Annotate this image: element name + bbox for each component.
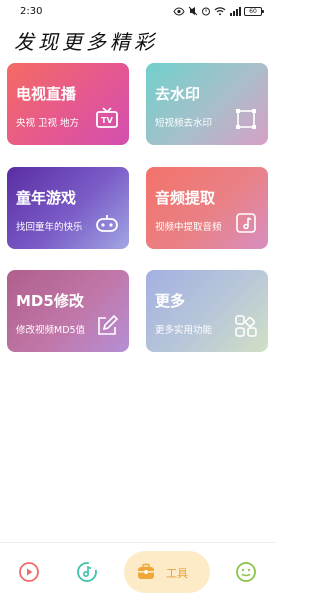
card-title: MD5修改: [16, 292, 84, 310]
card-title: 去水印: [155, 85, 201, 103]
crop-frame-icon: [234, 107, 258, 131]
card-subtitle: 修改视频MD5值: [16, 325, 86, 336]
tv-icon: TV: [95, 107, 119, 131]
toolbox-icon: [136, 562, 156, 582]
card-remove-watermark[interactable]: 去水印 短视频去水印: [146, 63, 268, 145]
page-title: 发现更多精彩: [14, 30, 158, 54]
nav-profile-smile-icon[interactable]: [235, 561, 257, 583]
music-note-icon: [234, 211, 258, 235]
nav-tools-label: 工具: [166, 567, 188, 580]
eye-icon: [173, 6, 185, 16]
battery-indicator: 60: [244, 6, 264, 16]
card-title: 电视直播: [16, 85, 77, 103]
wifi-icon: [214, 7, 226, 16]
card-title: 音频提取: [155, 189, 216, 207]
nav-video-icon[interactable]: [18, 561, 40, 583]
grid-icon: [234, 314, 258, 338]
mute-icon: [188, 6, 198, 16]
card-extract-audio[interactable]: 音频提取 视频中提取音频: [146, 167, 268, 249]
card-subtitle: 央视 卫视 地方: [16, 118, 80, 129]
status-bar: 2:30 60: [0, 0, 276, 22]
card-tv-live[interactable]: 电视直播 央视 卫视 地方 TV: [7, 63, 129, 145]
nav-tools-tab[interactable]: 工具: [124, 551, 210, 593]
card-subtitle: 短视频去水印: [155, 118, 213, 129]
card-subtitle: 找回童年的快乐: [16, 222, 83, 233]
card-subtitle: 更多实用功能: [155, 325, 213, 336]
edit-icon: [95, 314, 119, 338]
card-title: 童年游戏: [16, 189, 77, 207]
card-more-tools[interactable]: 更多 更多实用功能: [146, 270, 268, 352]
card-title: 更多: [155, 292, 186, 310]
card-subtitle: 视频中提取音频: [155, 222, 222, 233]
status-icons: 60: [173, 6, 264, 16]
gamepad-icon: [95, 211, 119, 235]
card-childhood-games[interactable]: 童年游戏 找回童年的快乐: [7, 167, 129, 249]
status-time: 2:30: [20, 5, 43, 17]
signal-icon: [230, 7, 241, 16]
bottom-nav: 工具: [0, 542, 276, 600]
svg-text:TV: TV: [101, 116, 113, 125]
alarm-icon: [202, 7, 210, 16]
card-md5-modify[interactable]: MD5修改 修改视频MD5值: [7, 270, 129, 352]
nav-music-icon[interactable]: [76, 561, 98, 583]
